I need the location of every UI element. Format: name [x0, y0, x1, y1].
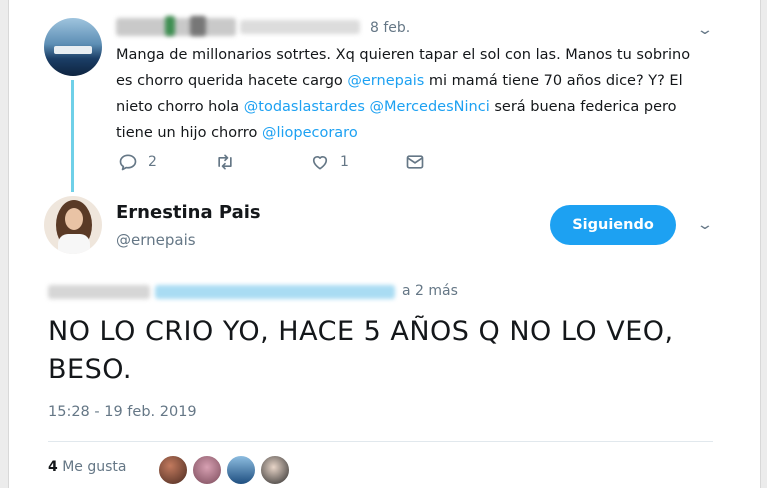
- tweet-timestamp[interactable]: 15:28 - 19 feb. 2019: [48, 404, 197, 420]
- mention-link[interactable]: @MercedesNinci: [370, 99, 490, 115]
- likes-count: 4: [48, 459, 58, 475]
- reply-count: 2: [148, 154, 157, 170]
- like-icon: [312, 156, 328, 170]
- author-avatar[interactable]: [44, 196, 102, 254]
- direct-message-action[interactable]: [405, 152, 425, 172]
- retweet-action[interactable]: [215, 152, 245, 172]
- reply-text: Manga de millonarios sotrtes. Xq quieren…: [116, 42, 706, 146]
- retweet-icon: [218, 154, 232, 170]
- author-handle[interactable]: @ernepais: [116, 231, 196, 249]
- like-count: 1: [340, 154, 349, 170]
- divider: [48, 441, 713, 442]
- tweet-text: NO LO CRIO YO, HACE 5 AÑOS Q NO LO VEO, …: [48, 316, 674, 385]
- chevron-down-icon[interactable]: ⌄: [696, 217, 714, 233]
- liker-avatar[interactable]: [158, 455, 188, 485]
- reply-icon: [119, 154, 137, 171]
- direct-message-icon: [406, 155, 424, 169]
- mention-link[interactable]: @ernepais: [347, 73, 424, 89]
- chevron-down-icon[interactable]: ⌄: [696, 22, 714, 38]
- following-button[interactable]: Siguiendo: [550, 205, 676, 245]
- liker-avatar[interactable]: [260, 455, 290, 485]
- like-action[interactable]: 1: [310, 152, 349, 172]
- liker-avatar[interactable]: [192, 455, 222, 485]
- mention-link[interactable]: @liopecoraro: [262, 125, 358, 141]
- replier-avatar[interactable]: [44, 18, 102, 76]
- mention-link[interactable]: @todaslastardes: [244, 99, 365, 115]
- reply-date[interactable]: 8 feb.: [370, 20, 410, 36]
- likes-summary[interactable]: 4 Me gusta: [48, 459, 126, 475]
- liker-avatar[interactable]: [226, 455, 256, 485]
- likes-label: Me gusta: [62, 459, 127, 475]
- reply-action[interactable]: 2: [118, 152, 157, 172]
- thread-connector: [71, 80, 74, 192]
- author-name[interactable]: Ernestina Pais: [116, 202, 261, 223]
- reply-to-more[interactable]: a 2 más: [402, 283, 458, 299]
